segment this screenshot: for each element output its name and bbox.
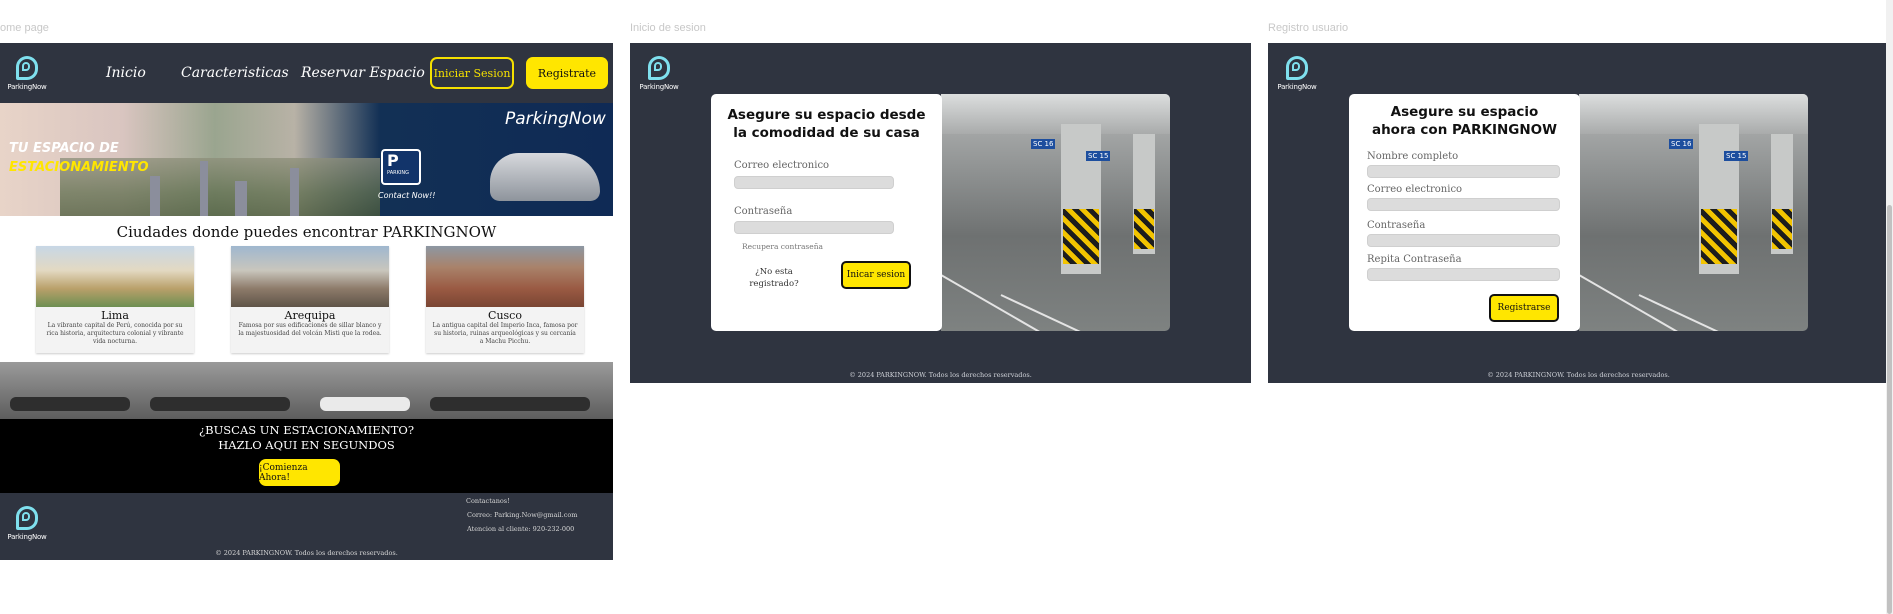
city-image-arequipa	[231, 246, 389, 307]
recover-password-link[interactable]: Recupera contraseña	[742, 242, 823, 251]
email-label: Correo electronico	[1367, 184, 1463, 195]
city-card-lima[interactable]: Lima La vibrante capital de Perú, conoci…	[36, 246, 194, 353]
logo-text: ParkingNow	[7, 82, 47, 91]
city-name: Arequipa	[284, 309, 336, 322]
password-field[interactable]	[734, 221, 894, 234]
not-registered-text[interactable]: ¿No esta registrado?	[749, 266, 799, 290]
email-field[interactable]	[1367, 198, 1560, 211]
hero-banner: TU ESPACIO DE ESTACIONAMIENTO ParkingNow…	[0, 103, 613, 216]
parking-garage-image: SC 16 SC 15	[941, 94, 1170, 331]
register-title: Asegure su espacio ahora con PARKINGNOW	[1371, 104, 1558, 138]
register-copyright: © 2024 PARKINGNOW. Todos los derechos re…	[1487, 371, 1670, 379]
register-submit-button[interactable]: Registrarse	[1489, 294, 1559, 322]
city-image-lima	[36, 246, 194, 307]
parking-sign-text: PARKING	[387, 170, 409, 176]
city-name: Lima	[101, 309, 129, 322]
footer-contact-title: Contactanos!	[466, 497, 510, 505]
register-button[interactable]: Registrate	[526, 57, 608, 89]
repeat-password-field[interactable]	[1367, 268, 1560, 281]
password-label: Contraseña	[734, 206, 793, 217]
city-name: Cusco	[488, 309, 522, 322]
logo[interactable]: ParkingNow	[0, 46, 54, 100]
hero-tagline-line1: TU ESPACIO DE	[9, 141, 119, 156]
logo-text: ParkingNow	[1277, 82, 1317, 91]
name-field[interactable]	[1367, 165, 1560, 178]
parkingnow-logo-icon	[648, 55, 670, 80]
parkingnow-logo-icon	[1286, 55, 1308, 80]
nav-link-reservar-espacio[interactable]: Reservar Espacio	[301, 65, 425, 81]
parking-garage-image: SC 16 SC 15	[1579, 94, 1808, 331]
logo-text: ParkingNow	[639, 82, 679, 91]
register-page-frame: ParkingNow SC 16 SC 15 Asegure su espaci…	[1268, 43, 1889, 383]
scrollbar-track[interactable]	[1886, 0, 1893, 614]
register-card: Asegure su espacio ahora con PARKINGNOW …	[1349, 94, 1580, 331]
garage-sign: SC 15	[1086, 151, 1111, 161]
login-card: Asegure su espacio desde la comodidad de…	[711, 94, 942, 331]
login-title: Asegure su espacio desde la comodidad de…	[727, 107, 926, 141]
frame-label-register: Registro usuario	[1268, 22, 1349, 34]
home-footer: ParkingNow Contactanos! Correo: Parking.…	[0, 493, 613, 560]
city-description: Famosa por sus edificaciones de sillar b…	[238, 322, 382, 337]
garage-sign: SC 16	[1031, 139, 1056, 149]
frame-label-login: Inicio de sesion	[630, 22, 706, 34]
home-navbar: ParkingNow Inicio Caracteristicas Reserv…	[0, 43, 613, 103]
email-field[interactable]	[734, 176, 894, 189]
footer-logo[interactable]: ParkingNow	[0, 496, 54, 550]
home-page-frame: ParkingNow Inicio Caracteristicas Reserv…	[0, 43, 613, 560]
login-button[interactable]: Iniciar Sesion	[430, 57, 514, 89]
cta-question: ¿BUSCAS UN ESTACIONAMIENTO? HAZLO AQUI E…	[0, 423, 613, 453]
city-card-cusco[interactable]: Cusco La antigua capital del Imperio Inc…	[426, 246, 584, 353]
cta-line1: ¿BUSCAS UN ESTACIONAMIENTO?	[198, 423, 415, 437]
garage-sign: SC 15	[1724, 151, 1749, 161]
cities-title: Ciudades donde puedes encontrar PARKINGN…	[116, 223, 497, 241]
hero-brand: ParkingNow	[505, 109, 606, 129]
hero-tagline-line2: ESTACIONAMIENTO	[9, 160, 149, 175]
password-field[interactable]	[1367, 234, 1560, 247]
car-image	[490, 153, 600, 201]
parking-sign-letter: P	[387, 151, 399, 170]
parkingnow-logo-icon	[16, 505, 38, 530]
nav-link-inicio[interactable]: Inicio	[106, 65, 146, 81]
scrollbar-thumb[interactable]	[1887, 205, 1892, 614]
logo[interactable]: ParkingNow	[632, 46, 686, 100]
login-submit-button[interactable]: Inicar sesion	[841, 261, 911, 289]
logo[interactable]: ParkingNow	[1270, 46, 1324, 100]
footer-email[interactable]: Correo: Parking.Now@gmail.com	[467, 511, 577, 519]
logo-text: ParkingNow	[7, 532, 47, 541]
city-card-arequipa[interactable]: Arequipa Famosa por sus edificaciones de…	[231, 246, 389, 353]
parking-lot-image	[0, 362, 613, 419]
repeat-password-label: Repita Contraseña	[1367, 254, 1462, 265]
garage-sign: SC 16	[1669, 139, 1694, 149]
start-now-button[interactable]: ¡Comienza Ahora!	[259, 459, 340, 486]
password-label: Contraseña	[1367, 220, 1426, 231]
footer-copyright: © 2024 PARKINGNOW. Todos los derechos re…	[215, 549, 398, 557]
city-description: La vibrante capital de Perú, conocida po…	[46, 322, 184, 345]
city-image-cusco	[426, 246, 584, 307]
login-page-frame: ParkingNow SC 16 SC 15 Asegure su espaci…	[630, 43, 1251, 383]
frame-label-home: ome page	[0, 22, 49, 34]
cta-line2: HAZLO AQUI EN SEGUNDOS	[218, 438, 395, 452]
email-label: Correo electronico	[734, 160, 830, 171]
login-copyright: © 2024 PARKINGNOW. Todos los derechos re…	[849, 371, 1032, 379]
city-description: La antigua capital del Imperio Inca, fam…	[432, 322, 578, 345]
hero-contact: Contact Now!!	[378, 191, 436, 200]
nav-link-caracteristicas[interactable]: Caracteristicas	[181, 65, 289, 81]
parkingnow-logo-icon	[16, 55, 38, 80]
name-label: Nombre completo	[1367, 151, 1459, 162]
parking-sign-icon: P PARKING	[381, 149, 421, 185]
footer-phone: Atencion al cliente: 920-232-000	[467, 525, 575, 533]
